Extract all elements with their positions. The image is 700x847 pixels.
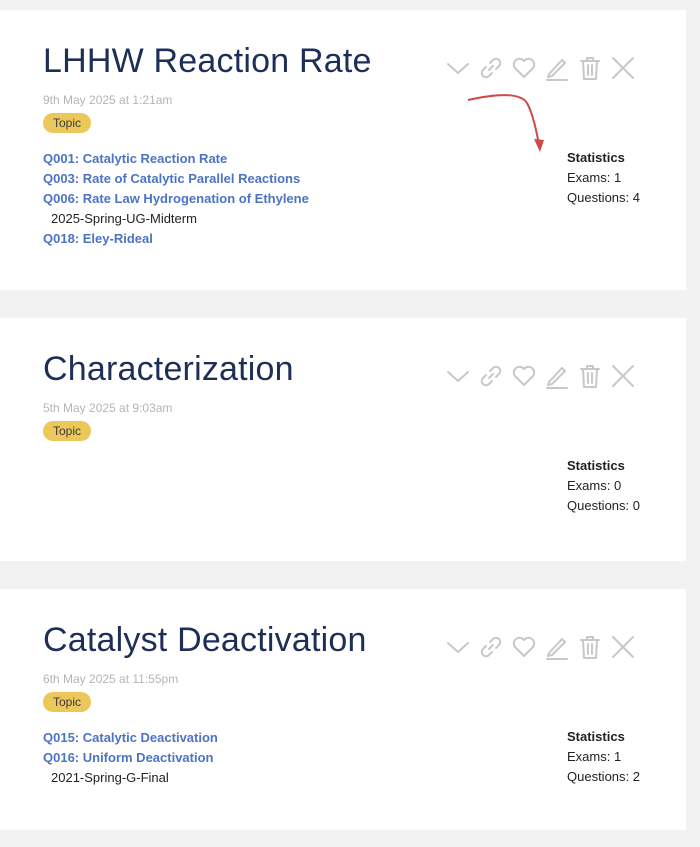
statistics-heading: Statistics: [567, 458, 625, 473]
card-actions: [444, 633, 642, 661]
question-link[interactable]: Q015: Catalytic Deactivation: [43, 730, 218, 745]
question-count: Questions: 0: [567, 498, 640, 513]
list-item: Q003: Rate of Catalytic Parallel Reactio…: [43, 169, 309, 189]
heart-icon: [512, 636, 536, 657]
card-title: Characterization: [43, 350, 294, 388]
delete-button[interactable]: [576, 633, 604, 661]
close-button[interactable]: [609, 633, 637, 661]
favorite-button[interactable]: [510, 633, 538, 661]
favorite-button[interactable]: [510, 54, 538, 82]
exam-label: 2025-Spring-UG-Midterm: [51, 211, 197, 226]
list-item: Q006: Rate Law Hydrogenation of Ethylene: [43, 189, 309, 209]
heart-icon: [512, 365, 536, 386]
close-button[interactable]: [609, 362, 637, 390]
statistics-heading: Statistics: [567, 150, 625, 165]
list-item: Q018: Eley-Rideal: [43, 229, 309, 249]
close-icon: [612, 365, 634, 387]
annotation-arrow: [467, 94, 544, 152]
expand-button[interactable]: [444, 54, 472, 82]
exam-label-row: 2021-Spring-G-Final: [43, 768, 218, 788]
pencil-icon: [546, 59, 568, 81]
pencil-icon: [546, 638, 568, 660]
edit-button[interactable]: [543, 54, 571, 82]
link-icon: [480, 636, 502, 658]
card-actions: [444, 362, 642, 390]
pencil-icon: [546, 367, 568, 389]
question-link[interactable]: Q018: Eley-Rideal: [43, 231, 153, 246]
list-item: Q016: Uniform Deactivation: [43, 748, 218, 768]
list-item: Q015: Catalytic Deactivation: [43, 728, 218, 748]
exam-count: Exams: 1: [567, 170, 622, 185]
card-title: Catalyst Deactivation: [43, 621, 367, 659]
statistics-panel: Statistics Exams: 0 Questions: 0: [567, 456, 640, 516]
statistics-panel: Statistics Exams: 1 Questions: 4: [567, 148, 640, 208]
card-date: 6th May 2025 at 11:55pm: [43, 672, 179, 686]
expand-button[interactable]: [444, 633, 472, 661]
card-date: 9th May 2025 at 1:21am: [43, 93, 173, 107]
trash-icon: [580, 636, 600, 659]
topic-card: Characterization 5th May 2025 at 9:03am …: [0, 318, 686, 561]
delete-button[interactable]: [576, 54, 604, 82]
exam-label-row: 2025-Spring-UG-Midterm: [43, 209, 309, 229]
chevron-down-icon: [447, 63, 469, 74]
link-icon: [480, 57, 502, 79]
copy-link-button[interactable]: [477, 54, 505, 82]
exam-count: Exams: 0: [567, 478, 622, 493]
topic-badge: Topic: [43, 692, 92, 712]
trash-icon: [580, 57, 600, 80]
link-icon: [480, 365, 502, 387]
question-list: Q015: Catalytic Deactivation Q016: Unifo…: [43, 728, 218, 788]
question-count: Questions: 4: [567, 190, 640, 205]
statistics-heading: Statistics: [567, 729, 625, 744]
chevron-down-icon: [447, 371, 469, 382]
exam-label: 2021-Spring-G-Final: [51, 770, 169, 785]
question-list: Q001: Catalytic Reaction Rate Q003: Rate…: [43, 149, 309, 249]
copy-link-button[interactable]: [477, 633, 505, 661]
delete-button[interactable]: [576, 362, 604, 390]
favorite-button[interactable]: [510, 362, 538, 390]
question-count: Questions: 2: [567, 769, 640, 784]
list-item: Q001: Catalytic Reaction Rate: [43, 149, 309, 169]
copy-link-button[interactable]: [477, 362, 505, 390]
close-button[interactable]: [609, 54, 637, 82]
expand-button[interactable]: [444, 362, 472, 390]
edit-button[interactable]: [543, 362, 571, 390]
edit-button[interactable]: [543, 633, 571, 661]
question-link[interactable]: Q016: Uniform Deactivation: [43, 750, 214, 765]
card-date: 5th May 2025 at 9:03am: [43, 401, 173, 415]
card-title: LHHW Reaction Rate: [43, 42, 372, 80]
statistics-panel: Statistics Exams: 1 Questions: 2: [567, 727, 640, 787]
card-actions: [444, 54, 642, 82]
topic-card: LHHW Reaction Rate 9th May 2025 at 1:21a…: [0, 10, 686, 290]
question-link[interactable]: Q003: Rate of Catalytic Parallel Reactio…: [43, 171, 300, 186]
question-link[interactable]: Q001: Catalytic Reaction Rate: [43, 151, 227, 166]
chevron-down-icon: [447, 642, 469, 653]
close-icon: [612, 636, 634, 658]
topic-card: Catalyst Deactivation 6th May 2025 at 11…: [0, 589, 686, 830]
exam-count: Exams: 1: [567, 749, 622, 764]
trash-icon: [580, 365, 600, 388]
topic-badge: Topic: [43, 113, 92, 133]
close-icon: [612, 57, 634, 79]
topic-badge: Topic: [43, 421, 92, 441]
heart-icon: [512, 57, 536, 78]
question-link[interactable]: Q006: Rate Law Hydrogenation of Ethylene: [43, 191, 309, 206]
